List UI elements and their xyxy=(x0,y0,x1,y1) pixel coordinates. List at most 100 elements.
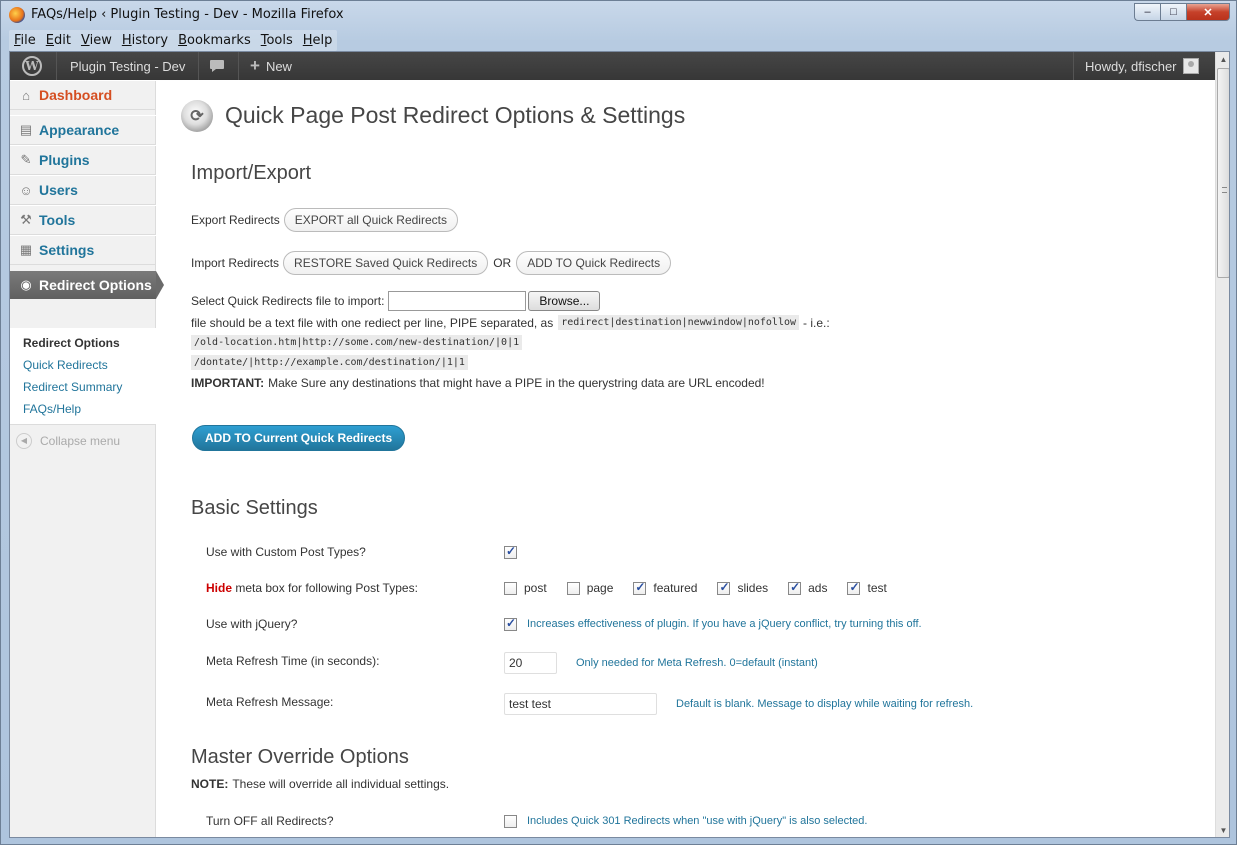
post-type-featured-checkbox[interactable] xyxy=(633,580,647,595)
meta-refresh-time-description: Only needed for Meta Refresh. 0=default … xyxy=(576,657,818,669)
collapse-menu-button[interactable]: ◀ Collapse menu xyxy=(16,433,120,449)
file-note-text: file should be a text file with one redi… xyxy=(191,315,554,330)
post-type-test-checkbox[interactable] xyxy=(847,580,861,595)
post-type-label: test xyxy=(867,581,887,595)
avatar xyxy=(1182,58,1199,74)
scroll-up-arrow[interactable]: ▲ xyxy=(1216,52,1229,67)
site-name-link[interactable]: Plugin Testing - Dev xyxy=(70,52,185,80)
minimize-button[interactable]: – xyxy=(1134,3,1160,21)
sidebar-item-users[interactable]: ☺ Users xyxy=(10,175,156,205)
users-icon: ☺ xyxy=(19,182,33,198)
browse-button[interactable]: Browse... xyxy=(528,291,601,311)
important-note: IMPORTANT: Make Sure any destinations th… xyxy=(191,376,765,390)
submenu-quick-redirects[interactable]: Quick Redirects xyxy=(10,354,156,376)
settings-icon: ▦ xyxy=(19,242,33,257)
menu-file[interactable]: File xyxy=(9,30,41,51)
meta-refresh-message-input[interactable]: test test xyxy=(504,693,657,715)
menu-help[interactable]: Help xyxy=(298,30,338,51)
sidebar-item-tools[interactable]: ⚒ Tools xyxy=(10,205,156,235)
import-row: Import Redirects RESTORE Saved Quick Red… xyxy=(191,251,672,275)
main-content: ⟳ Quick Page Post Redirect Options & Set… xyxy=(157,80,1215,837)
post-type-label: page xyxy=(586,581,614,595)
browser-content: W Plugin Testing - Dev + New Howdy, dfis… xyxy=(9,51,1230,838)
note-label: NOTE: xyxy=(191,777,229,791)
close-button[interactable]: ✕ xyxy=(1186,3,1230,21)
turn-off-redirects-checkbox[interactable] xyxy=(504,815,517,828)
important-label: IMPORTANT: xyxy=(191,376,265,390)
plugin-icon: ✎ xyxy=(20,152,32,167)
browser-window: FAQs/Help ‹ Plugin Testing - Dev - Mozil… xyxy=(0,0,1237,845)
submenu-faqs-help[interactable]: FAQs/Help xyxy=(10,398,156,420)
post-type-label: featured xyxy=(653,581,698,595)
sidebar-label: Plugins xyxy=(39,152,90,168)
sidebar-label: Appearance xyxy=(39,122,120,138)
sidebar-item-plugins[interactable]: ✎ Plugins xyxy=(10,145,156,175)
collapse-menu-label: Collapse menu xyxy=(40,434,121,448)
post-type-post-checkbox[interactable] xyxy=(504,581,517,595)
turn-off-redirects-label: Turn OFF all Redirects? xyxy=(206,814,334,828)
file-path-input[interactable] xyxy=(388,291,527,311)
sidebar-item-settings[interactable]: ▦ Settings xyxy=(10,235,156,265)
important-text: Make Sure any destinations that might ha… xyxy=(268,376,765,390)
scroll-down-arrow[interactable]: ▼ xyxy=(1216,823,1229,837)
submenu-redirect-summary[interactable]: Redirect Summary xyxy=(10,376,156,398)
scroll-thumb[interactable] xyxy=(1217,68,1229,278)
jquery-checkbox[interactable] xyxy=(504,616,517,631)
hide-meta-box-label: Hide meta box for following Post Types: xyxy=(206,581,418,595)
admin-bar: W Plugin Testing - Dev + New Howdy, dfis… xyxy=(10,52,1215,80)
custom-post-types-checkbox[interactable] xyxy=(504,544,517,559)
redirect-submenu: Redirect Options Quick Redirects Redirec… xyxy=(10,328,156,425)
import-export-heading: Import/Export xyxy=(191,162,312,184)
wordpress-logo-icon: W xyxy=(22,56,42,76)
restore-button[interactable]: RESTORE Saved Quick Redirects xyxy=(283,251,489,275)
window-title: FAQs/Help ‹ Plugin Testing - Dev - Mozil… xyxy=(31,7,344,22)
menu-history[interactable]: History xyxy=(117,30,173,51)
post-type-page-checkbox[interactable] xyxy=(566,581,580,595)
file-format-note: file should be a text file with one redi… xyxy=(191,315,830,330)
firefox-icon xyxy=(9,7,25,23)
account-menu[interactable]: Howdy, dfischer xyxy=(1085,52,1199,80)
window-controls: – □ ✕ xyxy=(1134,3,1230,21)
meta-refresh-time-label: Meta Refresh Time (in seconds): xyxy=(206,654,380,668)
post-type-checkboxes: post page featured slides ads test xyxy=(504,580,907,595)
example-line-2: /dontate/|http://example.com/destination… xyxy=(191,355,468,370)
meta-refresh-time-input[interactable]: 20 xyxy=(504,652,557,674)
redirect-icon: ◉ xyxy=(20,277,32,292)
maximize-button[interactable]: □ xyxy=(1160,3,1186,21)
sidebar-item-redirect-options[interactable]: ◉ Redirect Options xyxy=(10,271,164,299)
menu-bar: File Edit View History Bookmarks Tools H… xyxy=(9,30,338,51)
sidebar-label: Dashboard xyxy=(39,87,113,103)
sidebar-label: Tools xyxy=(39,212,76,228)
menu-edit[interactable]: Edit xyxy=(41,30,76,51)
export-all-button[interactable]: EXPORT all Quick Redirects xyxy=(283,208,458,232)
comments-button[interactable] xyxy=(209,52,225,80)
post-type-label: post xyxy=(524,581,547,595)
meta-refresh-message-description: Default is blank. Message to display whi… xyxy=(676,698,974,710)
tools-icon: ⚒ xyxy=(20,212,32,227)
menu-view[interactable]: View xyxy=(76,30,117,51)
post-type-slides-checkbox[interactable] xyxy=(717,580,731,595)
page-title: Quick Page Post Redirect Options & Setti… xyxy=(225,102,686,128)
sidebar-item-appearance[interactable]: ▤ Appearance xyxy=(10,115,156,145)
home-icon: ⌂ xyxy=(22,87,30,103)
vertical-scrollbar[interactable]: ▲ ▼ xyxy=(1215,52,1229,837)
export-label: Export Redirects xyxy=(191,213,280,227)
master-override-heading: Master Override Options xyxy=(191,746,409,768)
add-to-quick-redirects-button[interactable]: ADD TO Quick Redirects xyxy=(516,251,672,275)
example-line-1: /old-location.htm|http://some.com/new-de… xyxy=(191,335,523,350)
new-content-button[interactable]: + New xyxy=(250,52,292,80)
sidebar-item-dashboard[interactable]: ⌂ Dashboard xyxy=(10,80,156,110)
wp-logo-button[interactable]: W xyxy=(22,52,42,80)
or-text: OR xyxy=(493,256,512,270)
sidebar-label: Settings xyxy=(39,242,95,258)
menu-tools[interactable]: Tools xyxy=(256,30,298,51)
submenu-redirect-options[interactable]: Redirect Options xyxy=(10,332,156,354)
file-select-row: Select Quick Redirects file to import: B… xyxy=(191,291,601,311)
collapse-arrow-icon: ◀ xyxy=(16,433,32,449)
add-to-current-button[interactable]: ADD TO Current Quick Redirects xyxy=(192,425,406,451)
menu-bookmarks[interactable]: Bookmarks xyxy=(173,30,256,51)
howdy-text: Howdy, dfischer xyxy=(1085,58,1177,74)
jquery-label: Use with jQuery? xyxy=(206,617,298,631)
post-type-label: ads xyxy=(808,581,828,595)
post-type-ads-checkbox[interactable] xyxy=(788,580,802,595)
